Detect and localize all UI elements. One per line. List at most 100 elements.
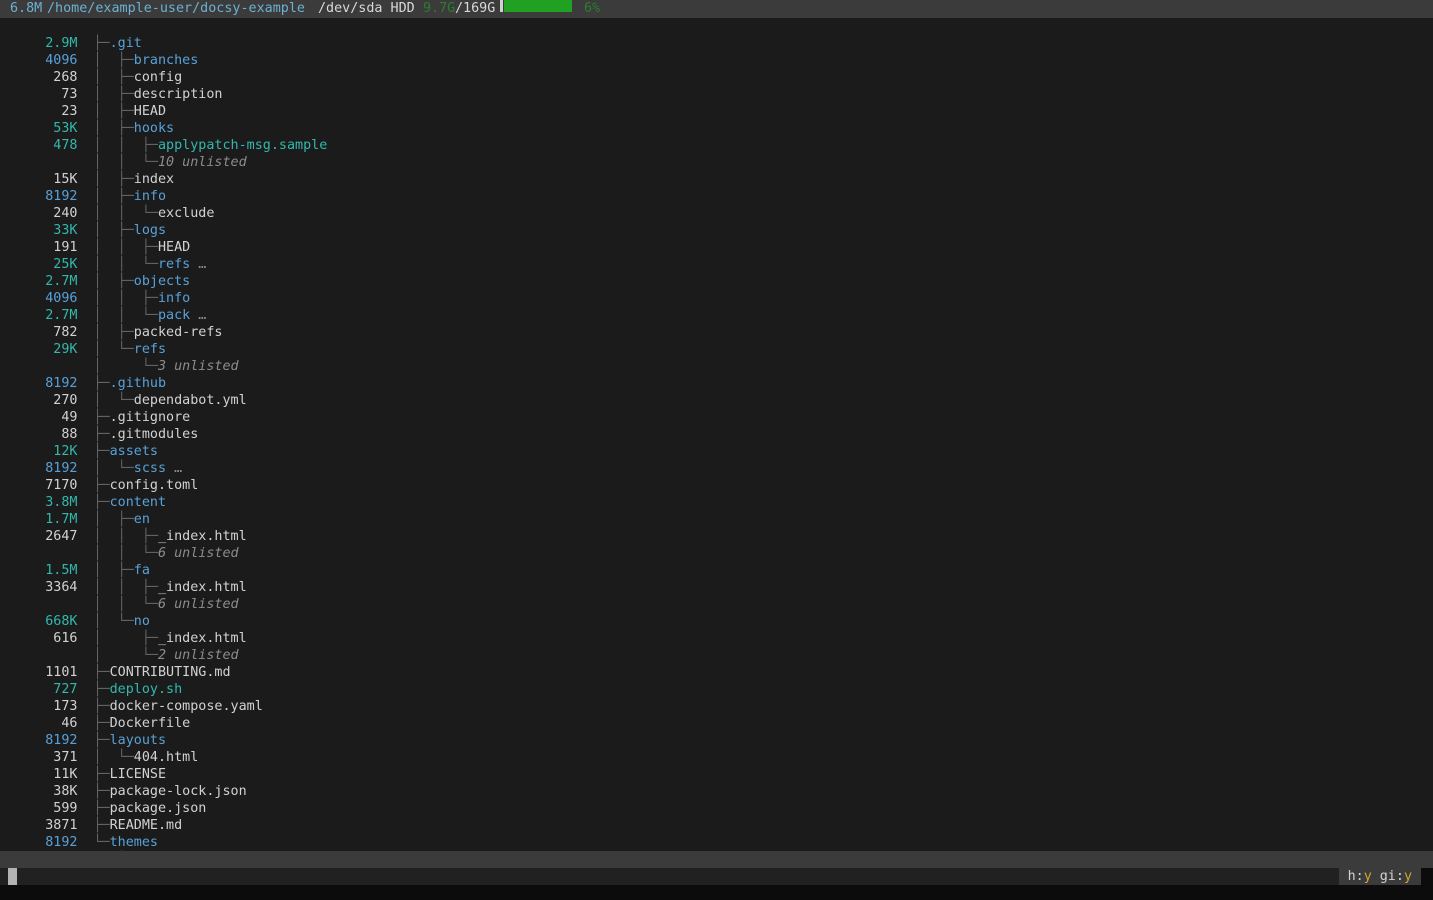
tree-row[interactable]: 1.7M│ ├─en <box>0 494 1433 511</box>
tree-row[interactable]: 8192├─layouts <box>0 715 1433 732</box>
current-path: /home/example-user/docsy-example <box>47 0 305 18</box>
top-bar: 6.8M /home/example-user/docsy-example /d… <box>0 0 1433 18</box>
tree-row[interactable]: 2.9M├─.git <box>0 18 1433 35</box>
tree-branch-lines: │ ├─ <box>93 563 133 578</box>
tree-row[interactable]: 4096 └─docsy <box>0 834 1433 851</box>
tree-branch-lines: │ │ ├─ <box>93 240 158 255</box>
tree-row[interactable]: 2.7M│ │ └─pack … <box>0 290 1433 307</box>
tree-branch-lines: ├─ <box>93 716 109 731</box>
tree-branch-lines: ├─ <box>93 36 109 51</box>
status-bar: Hit esc to go back, enter to go up, ? fo… <box>0 851 1433 868</box>
tree-row[interactable]: 8192│ ├─info <box>0 171 1433 188</box>
tree-branch-lines: │ │ └─ <box>93 546 158 561</box>
tree-branch-lines: ├─ <box>93 427 109 442</box>
tree-branch-lines: ├─ <box>93 376 109 391</box>
tree-branch-lines: │ ├─ <box>93 172 133 187</box>
disk-usage-gauge <box>504 0 572 12</box>
row-name: description <box>134 87 223 102</box>
row-name: HEAD <box>158 240 190 255</box>
row-size: 8192 <box>45 188 77 205</box>
row-size: 8192 <box>45 460 77 477</box>
row-size: 12K <box>45 443 77 460</box>
row-name: README.md <box>110 818 183 833</box>
tree-row[interactable]: 38K├─package-lock.json <box>0 766 1433 783</box>
row-name: package.json <box>110 801 207 816</box>
tree-row[interactable]: 25K│ │ └─refs … <box>0 239 1433 256</box>
tree-branch-lines: │ ├─ <box>93 53 133 68</box>
row-name: layouts <box>110 733 166 748</box>
tree-row[interactable]: 88├─.gitmodules <box>0 409 1433 426</box>
row-size: 478 <box>45 137 77 154</box>
tree-row[interactable]: 33K│ ├─logs <box>0 205 1433 222</box>
tree-branch-lines: │ ├─ <box>93 325 133 340</box>
row-name: info <box>158 291 190 306</box>
row-size: 38K <box>45 783 77 800</box>
tree-row[interactable]: 2.7M│ ├─objects <box>0 256 1433 273</box>
tree-row[interactable]: 4096│ │ ├─info <box>0 273 1433 290</box>
row-name: .github <box>110 376 166 391</box>
search-input[interactable]: h:ygi:y <box>0 868 1421 885</box>
row-name: content <box>110 495 166 510</box>
row-name: _index.html <box>158 631 247 646</box>
tree-branch-lines: │ └─ <box>93 342 133 357</box>
row-name: 404.html <box>134 750 199 765</box>
row-name: config.toml <box>110 478 199 493</box>
tree-row[interactable]: 3871├─README.md <box>0 800 1433 817</box>
row-name: refs <box>134 342 166 357</box>
row-size: 88 <box>45 426 77 443</box>
tree-row[interactable]: 616│ ├─_index.html <box>0 613 1433 630</box>
row-name: 6 unlisted <box>158 597 239 612</box>
row-name: objects <box>134 274 190 289</box>
tree-row[interactable]: 240│ │ └─exclude <box>0 188 1433 205</box>
tree-row[interactable]: 7170├─config.toml <box>0 460 1433 477</box>
tree-branch-lines: │ │ ├─ <box>93 291 158 306</box>
row-size: 1101 <box>45 664 77 681</box>
tree-branch-lines: ├─ <box>93 478 109 493</box>
flags: h:ygi:y <box>1339 868 1421 885</box>
tree-row[interactable]: 8192│ └─scss … <box>0 443 1433 460</box>
row-size: 4096 <box>45 290 77 307</box>
row-size: 616 <box>45 630 77 647</box>
tree-row[interactable]: 191│ │ ├─HEAD <box>0 222 1433 239</box>
row-size: 668K <box>45 613 77 630</box>
row-name: assets <box>110 444 158 459</box>
tree-row[interactable]: 53K│ ├─hooks <box>0 103 1433 120</box>
row-name: info <box>134 189 166 204</box>
row-size: 8192 <box>45 375 77 392</box>
tree-row[interactable]: 3364│ │ ├─_index.html <box>0 562 1433 579</box>
row-size: 3364 <box>45 579 77 596</box>
tree-row[interactable]: 173├─docker-compose.yaml <box>0 681 1433 698</box>
row-name: .gitmodules <box>110 427 199 442</box>
tree-row[interactable]: 4096│ ├─branches <box>0 35 1433 52</box>
tree-row[interactable]: 782│ ├─packed-refs <box>0 307 1433 324</box>
tree-branch-lines: │ ├─ <box>93 631 158 646</box>
tree-row[interactable]: 371│ └─404.html <box>0 732 1433 749</box>
tree-row[interactable]: 270│ └─dependabot.yml <box>0 375 1433 392</box>
row-size: 2.9M <box>45 35 77 52</box>
tree-branch-lines: ├─ <box>93 444 109 459</box>
tree-row[interactable]: 8192└─themes <box>0 817 1433 834</box>
row-size: 29K <box>45 341 77 358</box>
tree-branch-lines: ├─ <box>93 767 109 782</box>
tree-branch-lines: │ └─ <box>93 614 133 629</box>
tree-row[interactable]: 11K├─LICENSE <box>0 749 1433 766</box>
tree-row[interactable]: 3.8M├─content <box>0 477 1433 494</box>
tree-row[interactable]: 478│ │ ├─applypatch-msg.sample <box>0 120 1433 137</box>
row-size: 240 <box>45 205 77 222</box>
row-size: 173 <box>45 698 77 715</box>
tree-row[interactable]: │ └─3 unlisted <box>0 341 1433 358</box>
row-size: 270 <box>45 392 77 409</box>
row-size: 8192 <box>45 732 77 749</box>
disk-capacity: /169G <box>455 0 495 18</box>
tree-row[interactable]: 12K├─assets <box>0 426 1433 443</box>
tree-row[interactable]: 73│ ├─description <box>0 69 1433 86</box>
tree-row[interactable]: 2647│ │ ├─_index.html <box>0 511 1433 528</box>
row-size: 33K <box>45 222 77 239</box>
tree: 2.9M├─.git 4096│ ├─branches 268│ ├─confi… <box>0 18 1433 851</box>
tree-branch-lines: │ └─ <box>93 359 158 374</box>
tree-row[interactable]: 268│ ├─config <box>0 52 1433 69</box>
row-name: index <box>134 172 174 187</box>
tree-branch-lines: │ ├─ <box>93 87 133 102</box>
row-name: no <box>134 614 150 629</box>
row-name: CONTRIBUTING.md <box>110 665 231 680</box>
